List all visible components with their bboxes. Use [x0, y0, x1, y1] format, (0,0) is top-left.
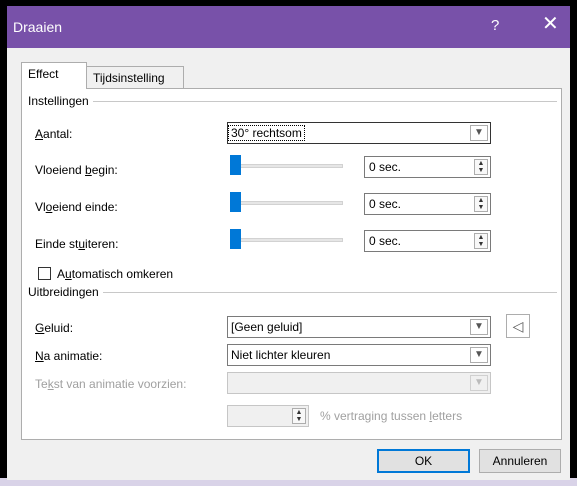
- vloeiend-begin-label: Vloeiend begin:: [35, 163, 118, 177]
- vloeiend-begin-slider-thumb[interactable]: [230, 155, 241, 175]
- help-button[interactable]: ?: [491, 17, 499, 34]
- na-animatie-value: Niet lichter kleuren: [231, 348, 331, 362]
- automatisch-omkeren-checkbox[interactable]: [38, 267, 51, 280]
- tekst-animatie-select[interactable]: ▼: [227, 372, 491, 394]
- chevron-down-icon[interactable]: ▼: [470, 375, 488, 391]
- tab-tijdsinstelling-label: Tijdsinstelling: [93, 71, 165, 85]
- vertraging-spinner[interactable]: ▲ ▼: [227, 405, 309, 427]
- aantal-label: Aantal:: [35, 127, 73, 141]
- tab-effect[interactable]: Effect: [21, 62, 87, 89]
- vloeiend-einde-slider-track[interactable]: [230, 201, 343, 205]
- close-button[interactable]: ✕: [542, 14, 559, 34]
- chevron-down-icon[interactable]: ▼: [470, 347, 488, 363]
- section-divider: [30, 101, 557, 102]
- section-instellingen: Instellingen: [28, 94, 93, 108]
- section-divider: [30, 292, 557, 293]
- dialog-title: Draaien: [13, 19, 63, 35]
- vloeiend-begin-spinner[interactable]: 0 sec. ▲ ▼: [364, 156, 491, 178]
- vloeiend-einde-label: Vloeiend einde:: [35, 200, 118, 214]
- aantal-value: 30° rechtsom: [228, 125, 305, 141]
- dialog-content: Effect Tijdsinstelling Instellingen Aant…: [11, 52, 566, 476]
- tab-effect-label: Effect: [28, 67, 59, 81]
- automatisch-omkeren-label[interactable]: Automatisch omkeren: [57, 267, 173, 281]
- vloeiend-einde-slider-thumb[interactable]: [230, 192, 241, 212]
- spin-arrows-icon[interactable]: ▲ ▼: [474, 196, 488, 212]
- einde-stuiteren-value: 0 sec.: [369, 234, 402, 248]
- chevron-down-icon[interactable]: ▼: [470, 319, 488, 335]
- chevron-down-icon[interactable]: ▼: [470, 125, 488, 141]
- title-bar: Draaien ? ✕: [7, 6, 570, 48]
- na-animatie-label: Na animatie:: [35, 349, 103, 363]
- na-animatie-select[interactable]: Niet lichter kleuren ▼: [227, 344, 491, 366]
- cancel-button[interactable]: Annuleren: [479, 449, 561, 473]
- geluid-select[interactable]: [Geen geluid] ▼: [227, 316, 491, 338]
- dialog-draaien: Draaien ? ✕ Effect Tijdsinstelling Inste…: [7, 6, 570, 480]
- spin-arrows-icon[interactable]: ▲ ▼: [292, 408, 306, 424]
- spin-arrows-icon[interactable]: ▲ ▼: [474, 233, 488, 249]
- geluid-value: [Geen geluid]: [231, 320, 303, 334]
- section-uitbreidingen: Uitbreidingen: [28, 285, 103, 299]
- einde-stuiteren-label: Einde stuiteren:: [35, 237, 119, 251]
- einde-stuiteren-spinner[interactable]: 0 sec. ▲ ▼: [364, 230, 491, 252]
- ok-button[interactable]: OK: [377, 449, 470, 473]
- vloeiend-begin-slider-track[interactable]: [230, 164, 343, 168]
- tab-tijdsinstelling[interactable]: Tijdsinstelling: [86, 66, 184, 88]
- vertraging-label: % vertraging tussen letters: [320, 409, 463, 423]
- aantal-select[interactable]: 30° rechtsom ▼: [227, 122, 491, 144]
- einde-stuiteren-slider-track[interactable]: [230, 238, 343, 242]
- speaker-icon[interactable]: ◁: [506, 314, 530, 338]
- vloeiend-einde-value: 0 sec.: [369, 197, 402, 211]
- einde-stuiteren-slider-thumb[interactable]: [230, 229, 241, 249]
- spin-arrows-icon[interactable]: ▲ ▼: [474, 159, 488, 175]
- tekst-animatie-label: Tekst van animatie voorzien:: [35, 377, 187, 391]
- vloeiend-einde-spinner[interactable]: 0 sec. ▲ ▼: [364, 193, 491, 215]
- geluid-label: Geluid:: [35, 321, 74, 335]
- vloeiend-begin-value: 0 sec.: [369, 160, 402, 174]
- effect-panel: Instellingen Aantal: 30° rechtsom ▼ Vloe…: [21, 88, 562, 440]
